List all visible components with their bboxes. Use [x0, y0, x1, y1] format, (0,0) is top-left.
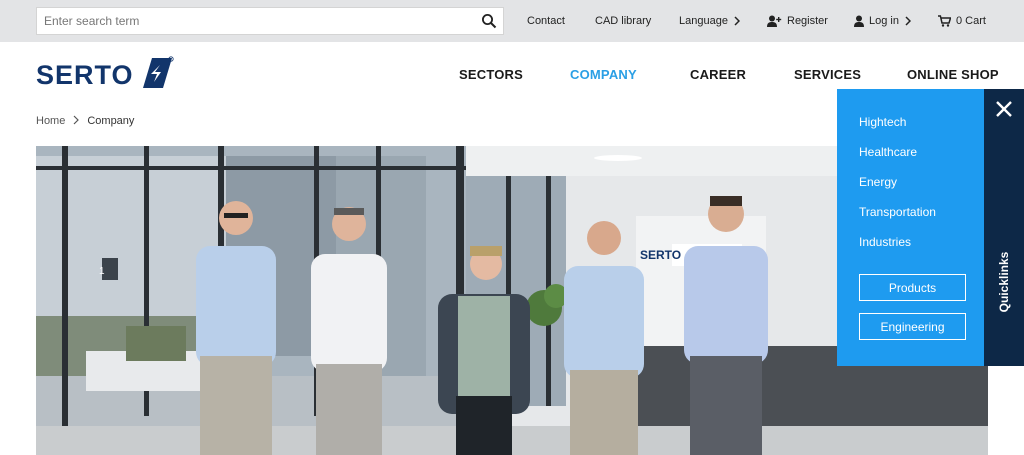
logo-emblem-icon [138, 55, 174, 96]
logo-wordmark: SERTO [36, 59, 134, 90]
language-label: Language [679, 15, 728, 27]
cad-library-label: CAD library [595, 15, 652, 27]
quicklink-transportation[interactable]: Transportation [859, 205, 936, 219]
search-icon[interactable] [481, 13, 497, 29]
engineering-button[interactable]: Engineering [859, 313, 966, 340]
cart-label: 0 Cart [956, 15, 986, 27]
quicklink-industries[interactable]: Industries [859, 235, 911, 249]
nav-career[interactable]: CAREER [690, 42, 746, 106]
hero-sign-text: SERTO [640, 248, 681, 262]
register-label: Register [787, 15, 828, 27]
quicklink-energy[interactable]: Energy [859, 175, 897, 189]
utility-bar: Contact CAD library Language Register Lo… [0, 0, 1024, 42]
breadcrumb-home[interactable]: Home [36, 115, 65, 127]
serto-logo[interactable]: SERTO [36, 55, 204, 96]
login-link[interactable]: Log in [854, 0, 911, 42]
add-user-icon [767, 15, 782, 27]
register-link[interactable]: Register [767, 0, 828, 42]
products-button[interactable]: Products [859, 274, 966, 301]
login-label: Log in [869, 15, 899, 27]
search-input[interactable] [37, 8, 477, 34]
quicklinks-tab-label: Quicklinks [997, 251, 1011, 313]
close-icon[interactable] [994, 99, 1014, 119]
door-number: 1 [99, 266, 105, 277]
cart-icon [938, 15, 951, 27]
search-box [36, 7, 504, 35]
quicklink-healthcare[interactable]: Healthcare [859, 145, 917, 159]
language-selector[interactable]: Language [679, 0, 740, 42]
cad-library-link[interactable]: CAD library [595, 0, 651, 42]
quicklink-hightech[interactable]: Hightech [859, 115, 906, 129]
cart-link[interactable]: 0 Cart [938, 0, 986, 42]
chevron-right-icon [734, 16, 740, 26]
breadcrumb-current: Company [87, 115, 135, 127]
nav-sectors[interactable]: SECTORS [459, 42, 523, 106]
breadcrumb: Home Company [36, 114, 134, 128]
user-icon [854, 15, 864, 27]
contact-link[interactable]: Contact [527, 0, 565, 42]
chevron-right-icon [73, 115, 80, 128]
chevron-right-icon [905, 16, 911, 26]
contact-label: Contact [527, 15, 565, 27]
quicklinks-tab[interactable]: Quicklinks [984, 89, 1024, 366]
quicklinks-panel: Hightech Healthcare Energy Transportatio… [837, 89, 984, 366]
nav-company[interactable]: COMPANY [570, 42, 637, 106]
